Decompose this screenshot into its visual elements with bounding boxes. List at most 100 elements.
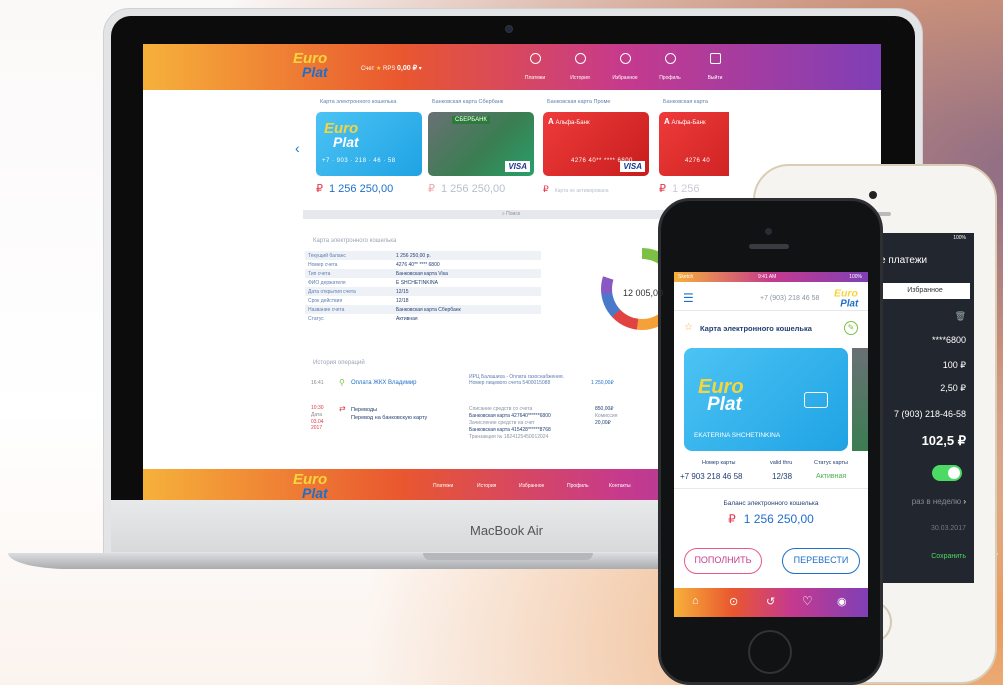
account-value: ****6800 xyxy=(931,335,966,345)
nav-label: Профиль xyxy=(659,75,681,81)
account-name: RPS xyxy=(383,66,396,72)
bank-name-text: Альфа-Банк xyxy=(555,120,590,126)
detail-label: Тип счета xyxy=(308,270,331,277)
bank-name-text: Альфа-Банк xyxy=(671,120,706,126)
tab-favorites[interactable]: Избранное xyxy=(880,283,970,299)
phone-value: 7 (903) 218-46-58 xyxy=(893,409,966,419)
operation-amount: 850,00₽ xyxy=(595,406,614,412)
card-alfa-2[interactable]: Банковская карта A Альфа-Банк 4276 40 ₽1… xyxy=(659,99,729,195)
nav-profile[interactable]: Профиль xyxy=(650,53,690,84)
card-balance-value: 1 256 250,00 xyxy=(441,183,506,195)
from-account: Банковская карта 427640******6800 xyxy=(469,413,551,419)
detail-value: 12/18 xyxy=(396,297,409,304)
phone-number: +7 (903) 218 46 58 xyxy=(760,295,820,302)
card-balance: ₽1 256 250,00 xyxy=(428,182,534,195)
status-label: Статус карты xyxy=(814,460,848,466)
transfer-button[interactable]: ПЕРЕВЕСТИ xyxy=(782,548,860,574)
ruble-icon: ₽ xyxy=(659,183,666,195)
hamburger-menu-icon[interactable]: ☰ xyxy=(683,291,694,305)
card-euro[interactable]: Карта электронного кошелька Euro Plat +7… xyxy=(316,99,422,195)
logo[interactable]: Euro Plat xyxy=(293,51,328,78)
history-icon[interactable]: ↺ xyxy=(766,595,775,608)
valid-label: valid thru xyxy=(770,460,793,466)
donut-value: 12 005,00 xyxy=(623,288,664,298)
bank-name: A Альфа-Банк xyxy=(664,117,706,126)
balance: ₽1 256 250,00 xyxy=(674,512,868,526)
wallet-icon xyxy=(804,392,828,408)
ruble-icon: ₽ xyxy=(543,184,549,194)
edit-icon[interactable]: ✎ xyxy=(844,321,858,335)
wallet-title: Карта электронного кошелька xyxy=(700,324,812,333)
carousel-prev-arrow[interactable]: ‹ xyxy=(295,140,300,156)
footer-link-payments[interactable]: Платежи xyxy=(433,483,453,489)
chevron-down-icon: ▾ xyxy=(418,66,422,72)
operation-subtitle: Перевод на банковскую карту xyxy=(351,415,428,422)
topup-button[interactable]: ПОПОЛНИТЬ xyxy=(684,548,762,574)
nav-history[interactable]: История xyxy=(560,53,600,84)
detail-value: 12/15 xyxy=(396,288,409,295)
bank-name: A Альфа-Банк xyxy=(548,117,590,126)
card-alfa[interactable]: Банковская карта Проме A Альфа-Банк 4276… xyxy=(543,99,649,195)
history-title: История операций xyxy=(313,360,365,366)
date-label: Дата xyxy=(311,411,323,418)
card-number: 4276 40 xyxy=(685,158,711,164)
arrow-right-icon xyxy=(529,53,541,64)
trash-icon[interactable]: 🗑 xyxy=(876,311,974,322)
auto-payment-toggle[interactable] xyxy=(932,465,962,481)
footer-link-favorites[interactable]: Избранное xyxy=(519,483,544,489)
camera-icon xyxy=(765,228,772,235)
home-icon[interactable]: ⌂ xyxy=(692,595,699,607)
table-row: Статус Активная xyxy=(305,314,541,323)
transaction-id: Транзакция № 1824125450012024 xyxy=(469,434,549,440)
user-icon xyxy=(664,53,676,64)
battery-status: 100% xyxy=(953,235,966,241)
bank-name: СБЕРБАНК xyxy=(452,116,490,124)
divider xyxy=(674,310,868,311)
card-sber[interactable]: Банковская карта Сбербанк СБЕРБАНК VISA … xyxy=(428,99,534,195)
table-row: ФИО держателя E SHCHETINKINA xyxy=(305,278,541,287)
nav-label: Выйти xyxy=(707,75,723,81)
account-balance: 0,00 ₽ xyxy=(397,65,418,72)
search-input[interactable]: ⌕ Поиск xyxy=(303,210,719,219)
card-image: A Альфа-Банк 4276 40** **** 6800 VISA xyxy=(543,112,649,176)
save-button[interactable]: Сохранить xyxy=(876,553,974,560)
nav-logout[interactable]: Выйти xyxy=(695,53,735,84)
operation-details: Списание средств со счета Банковская карт… xyxy=(469,406,551,441)
nav-favorites[interactable]: Избранное xyxy=(605,53,645,84)
commission-value: 2,50 ₽ xyxy=(940,383,966,393)
home-button[interactable] xyxy=(748,630,792,674)
total-value: 102,5 ₽ xyxy=(921,433,966,448)
nav-payments[interactable]: Платежи xyxy=(515,53,555,84)
operation-time: 10:30 xyxy=(311,405,324,411)
account-label: Счет xyxy=(361,66,375,72)
table-row: Срок действия 12/18 xyxy=(305,296,541,305)
footer-link-history[interactable]: История xyxy=(477,483,496,489)
account-selector[interactable]: Счет ★ RPS 0,00 ₽ ▾ xyxy=(361,64,422,72)
user-icon[interactable]: ◉ xyxy=(837,595,847,608)
speaker-grille xyxy=(749,244,789,249)
table-row: Номер счета 4276 40** **** 6800 xyxy=(305,260,541,269)
nav-label: Избранное xyxy=(612,75,638,81)
valid-date: 12/38 xyxy=(772,472,793,481)
card-holder: EKATERINA SHCHETINKINA xyxy=(694,432,781,439)
operation-title: Переводы xyxy=(351,407,378,413)
heart-icon[interactable]: ♡ xyxy=(802,594,813,608)
white-phone-screen: 100% е платежи Избранное 🗑 ****6800 100 … xyxy=(876,233,974,583)
logo[interactable]: Euro Plat xyxy=(834,288,858,307)
frequency-select[interactable]: раз в неделю › xyxy=(876,497,974,506)
battery-status: 100% xyxy=(849,274,862,280)
footer-link-profile[interactable]: Профиль xyxy=(567,483,589,489)
wallet-card[interactable]: Euro Plat EKATERINA SHCHETINKINA xyxy=(684,348,848,451)
next-card-peek[interactable] xyxy=(852,348,868,451)
table-row: Тип счета Банковская карта Visa xyxy=(305,269,541,278)
card-logo: Euro Plat xyxy=(698,377,744,414)
card-balance-value: 1 256 250,00 xyxy=(329,183,394,195)
card-image: A Альфа-Банк 4276 40 xyxy=(659,112,729,176)
payments-icon[interactable]: ⊙ xyxy=(729,595,738,608)
amount-value: 100 ₽ xyxy=(942,360,966,370)
footer-logo[interactable]: Euro Plat xyxy=(293,472,328,500)
star-icon[interactable]: ☆ xyxy=(684,322,693,333)
logo-part2: Plat xyxy=(302,484,328,500)
laptop-brand: MacBook Air xyxy=(470,523,543,538)
footer-link-contacts[interactable]: Контакты xyxy=(609,483,631,489)
